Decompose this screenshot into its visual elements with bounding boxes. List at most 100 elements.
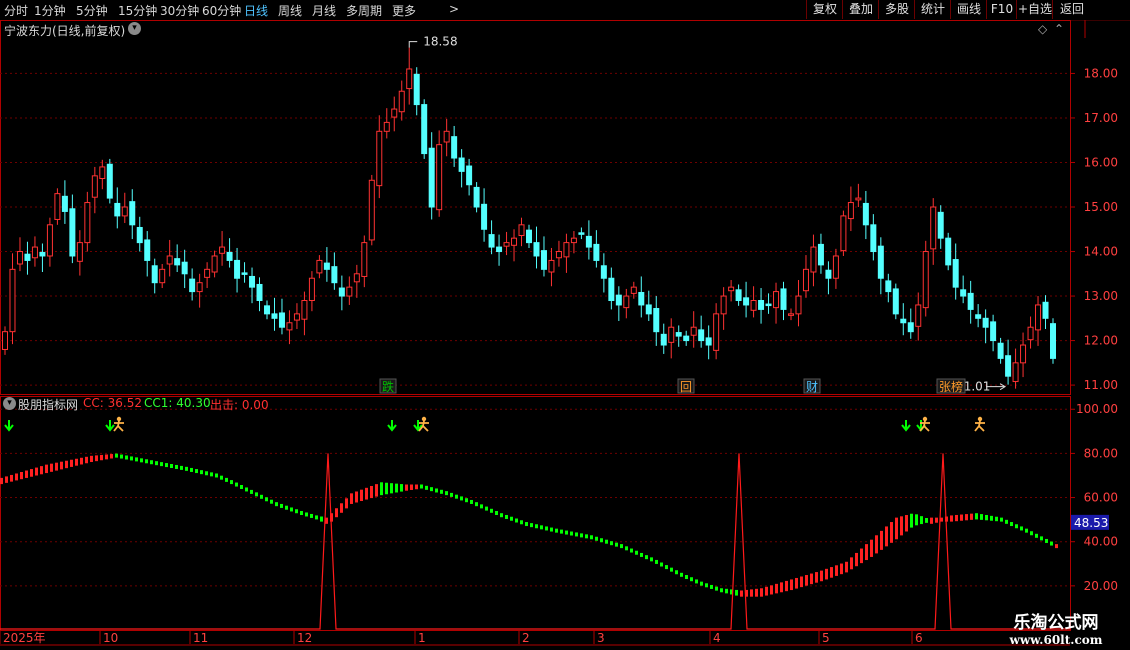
cc-bar: [115, 453, 118, 458]
cc-bar: [165, 463, 168, 468]
candle-body: [952, 259, 959, 288]
candle-body: [473, 186, 480, 208]
cc-bar: [40, 466, 43, 475]
candle-body: [1050, 323, 1056, 359]
candle-body: [2, 331, 8, 350]
time-label-2: 11: [193, 631, 208, 645]
main-y-tick-7: 18.00: [1084, 66, 1118, 80]
candle-body: [780, 288, 787, 310]
candle-body: [653, 308, 660, 333]
cc-bar: [760, 588, 763, 597]
period-tab-9[interactable]: 多周期: [346, 2, 382, 19]
cc-bar: [810, 573, 813, 585]
candle-body: [144, 239, 151, 261]
cc-bar: [475, 502, 478, 507]
watermark-title: 乐淘公式网: [1013, 613, 1099, 633]
period-tab-6[interactable]: 日线: [244, 2, 268, 19]
candle-body: [668, 326, 675, 343]
cc-bar: [245, 487, 248, 492]
event-marker-3: 张榜: [939, 379, 963, 394]
cc-bar: [660, 562, 663, 567]
candle-body: [750, 300, 757, 311]
down-arrow-icon: [4, 420, 14, 432]
candle-body: [443, 130, 450, 143]
cc-bar: [750, 589, 753, 597]
period-tab-0[interactable]: 分时: [4, 2, 28, 19]
high-pointer: [408, 41, 418, 48]
f10-button[interactable]: F10: [986, 0, 1017, 19]
cc-bar: [300, 511, 303, 515]
period-tab-8[interactable]: 月线: [312, 2, 336, 19]
candle-body: [151, 265, 158, 284]
back-button[interactable]: 返回: [1052, 0, 1091, 19]
candle-body: [308, 277, 315, 302]
cc-bar: [405, 484, 408, 491]
title-dropdown-icon[interactable]: ▾: [128, 22, 141, 35]
candle-body: [466, 165, 473, 186]
candle-body: [241, 272, 248, 275]
cc-bar: [235, 482, 238, 487]
period-tab-1[interactable]: 1分钟: [34, 2, 66, 19]
overlay-button[interactable]: 叠加: [842, 0, 879, 19]
candle-body: [39, 251, 46, 257]
candle-body: [398, 90, 405, 113]
candle-body: [533, 242, 540, 257]
cc-bar: [455, 494, 458, 499]
cc-bar: [75, 458, 78, 466]
restore-rights-button[interactable]: 复权: [806, 0, 843, 19]
draw-button[interactable]: 画线: [950, 0, 987, 19]
candle-body: [286, 322, 293, 331]
candle-body: [802, 268, 809, 292]
candle-body: [795, 295, 802, 315]
candle-body: [690, 326, 697, 336]
candle-body: [106, 163, 113, 199]
candle-body: [713, 313, 720, 351]
candle-body: [346, 286, 353, 297]
cc-bar: [765, 586, 768, 596]
more-chevron-icon[interactable]: >: [449, 2, 459, 16]
cc-bar: [240, 485, 243, 489]
indicator-dropdown-icon[interactable]: ▾: [3, 397, 16, 410]
cc-bar: [645, 555, 648, 560]
expand-icon[interactable]: ⌃: [1054, 22, 1064, 36]
diamond-icon[interactable]: ◇: [1038, 22, 1047, 36]
cc-bar: [435, 488, 438, 493]
cc-bar: [700, 581, 703, 586]
cc-bar: [495, 511, 498, 515]
cc-bar: [375, 484, 378, 497]
period-tab-10[interactable]: 更多: [392, 2, 416, 19]
cc-bar: [615, 542, 618, 547]
cc-bar: [100, 454, 103, 461]
cc-bar: [915, 514, 918, 526]
cc-bar: [770, 585, 773, 595]
cc-bar: [260, 494, 263, 499]
candle-body: [638, 291, 645, 306]
cc-bar: [135, 457, 138, 462]
cc-bar: [530, 523, 533, 528]
candle-body: [219, 246, 226, 254]
candle-body: [758, 300, 765, 310]
period-tab-4[interactable]: 30分钟: [160, 2, 199, 19]
period-tab-5[interactable]: 60分钟: [202, 2, 241, 19]
indicator-panel-frame: [0, 396, 1071, 631]
cc-bar: [450, 492, 453, 497]
cc-bar: [220, 475, 223, 480]
candle-body: [9, 268, 16, 333]
add-watchlist-button[interactable]: +自选: [1016, 0, 1053, 19]
period-tab-7[interactable]: 周线: [278, 2, 302, 19]
candle-body: [930, 206, 937, 250]
multi-stock-button[interactable]: 多股: [878, 0, 915, 19]
candle-body: [705, 337, 712, 346]
candle-body: [181, 261, 188, 275]
period-tab-3[interactable]: 15分钟: [118, 2, 157, 19]
period-tab-2[interactable]: 5分钟: [76, 2, 108, 19]
stats-button[interactable]: 统计: [914, 0, 951, 19]
cc-bar: [310, 513, 313, 518]
cc-bar: [340, 503, 343, 513]
candle-body: [99, 166, 106, 180]
candle-body: [720, 295, 727, 315]
cc-bar: [155, 461, 158, 466]
cc-bar: [1010, 522, 1013, 527]
candle-body: [990, 321, 997, 342]
cc-bar: [775, 583, 778, 594]
